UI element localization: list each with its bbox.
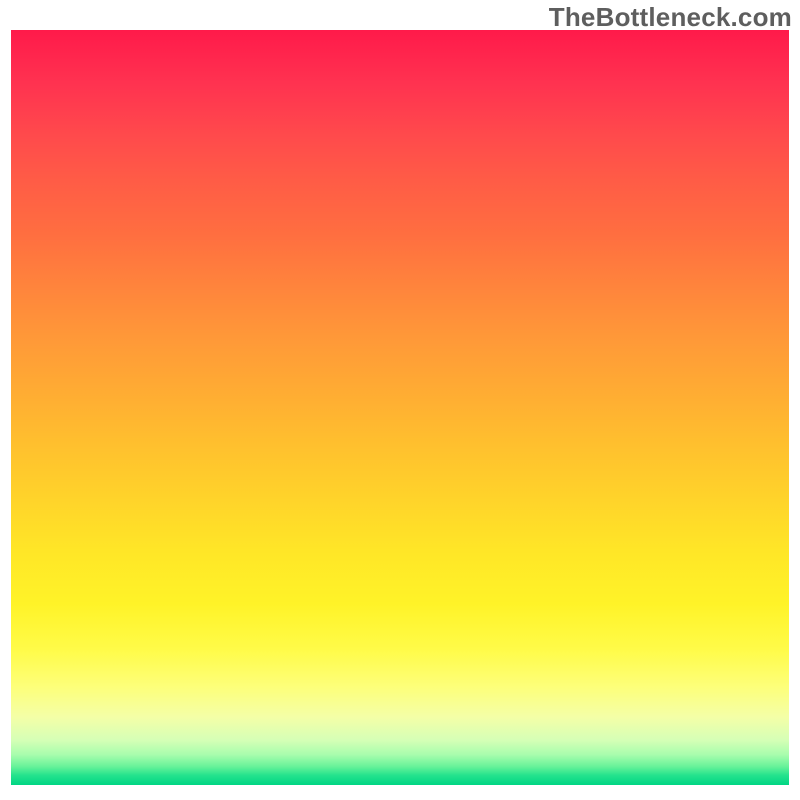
gradient-background [11,30,789,785]
chart-stage: TheBottleneck.com [0,0,800,800]
plot-area [11,30,789,785]
watermark-text: TheBottleneck.com [549,2,792,33]
